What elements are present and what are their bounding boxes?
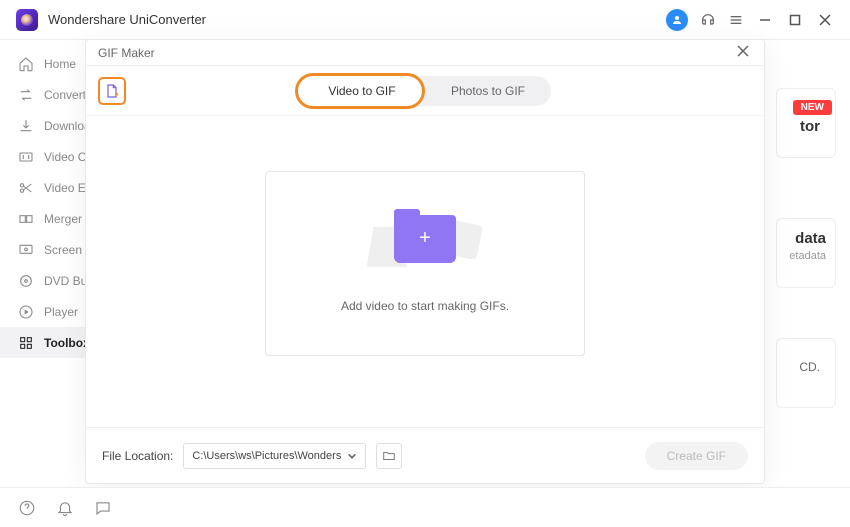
sidebar-item-label: Downloader [44, 119, 88, 133]
text-peek: data [795, 230, 826, 247]
minimize-button[interactable] [750, 5, 780, 35]
text-peek: etadata [789, 250, 826, 262]
sidebar-item-converter[interactable]: Converter [0, 79, 88, 110]
text-peek: CD. [799, 360, 820, 374]
app-title: Wondershare UniConverter [48, 12, 206, 27]
bell-icon[interactable] [56, 499, 74, 517]
location-value: C:\Users\ws\Pictures\Wonders [192, 450, 341, 462]
sidebar-item-merger[interactable]: Merger [0, 203, 88, 234]
tab-photos-to-gif[interactable]: Photos to GIF [425, 76, 551, 106]
new-badge: NEW [793, 100, 832, 115]
app-logo [16, 9, 38, 31]
hamburger-icon[interactable] [722, 6, 750, 34]
sidebar-item-recorder[interactable]: Screen Recorder [0, 234, 88, 265]
add-folder-icon: + [394, 215, 456, 263]
location-select[interactable]: C:\Users\ws\Pictures\Wonders [183, 443, 366, 469]
sidebar-item-label: Converter [44, 88, 88, 102]
maximize-button[interactable] [780, 5, 810, 35]
close-button[interactable] [810, 5, 840, 35]
add-file-button[interactable] [98, 77, 126, 105]
sidebar-item-home[interactable]: Home [0, 48, 88, 79]
titlebar: Wondershare UniConverter [0, 0, 850, 40]
sidebar-item-compressor[interactable]: Video Compressor [0, 141, 88, 172]
sidebar: Home Converter Downloader Video Compress… [0, 40, 88, 487]
drop-area: + Add video to start making GIFs. [86, 116, 764, 427]
sidebar-item-toolbox[interactable]: Toolbox [0, 327, 88, 358]
support-icon[interactable] [694, 6, 722, 34]
create-gif-button[interactable]: Create GIF [645, 442, 748, 470]
sidebar-item-label: Toolbox [44, 336, 88, 350]
plus-icon: + [419, 227, 431, 250]
sidebar-item-label: Video Compressor [44, 150, 88, 164]
modal-toolbar: Video to GIF Photos to GIF [86, 66, 764, 116]
modal-footer: File Location: C:\Users\ws\Pictures\Wond… [86, 427, 764, 483]
user-icon[interactable] [666, 9, 688, 31]
sidebar-item-downloader[interactable]: Downloader [0, 110, 88, 141]
sidebar-item-label: Merger [44, 212, 82, 226]
gif-maker-modal: GIF Maker Video to GIF Photos to GIF + A… [85, 39, 765, 484]
tab-video-to-gif[interactable]: Video to GIF [299, 76, 425, 106]
browse-folder-button[interactable] [376, 443, 402, 469]
modal-title: GIF Maker [98, 46, 155, 60]
help-icon[interactable] [18, 499, 36, 517]
sidebar-item-player[interactable]: Player [0, 296, 88, 327]
mode-toggle: Video to GIF Photos to GIF [299, 76, 551, 106]
sidebar-item-label: Screen Recorder [44, 243, 88, 257]
drop-box[interactable]: + Add video to start making GIFs. [265, 171, 585, 356]
text-peek: tor [800, 118, 820, 135]
location-label: File Location: [102, 449, 173, 463]
bottombar [0, 487, 850, 527]
modal-close-button[interactable] [734, 42, 752, 63]
sidebar-item-label: Player [44, 305, 78, 319]
sidebar-item-label: DVD Burner [44, 274, 88, 288]
modal-header: GIF Maker [86, 40, 764, 66]
sidebar-item-editor[interactable]: Video Editor [0, 172, 88, 203]
speech-icon[interactable] [94, 499, 112, 517]
sidebar-item-label: Video Editor [44, 181, 88, 195]
drop-text: Add video to start making GIFs. [341, 299, 509, 313]
chevron-down-icon [347, 451, 357, 461]
sidebar-item-dvd[interactable]: DVD Burner [0, 265, 88, 296]
sidebar-item-label: Home [44, 57, 76, 71]
